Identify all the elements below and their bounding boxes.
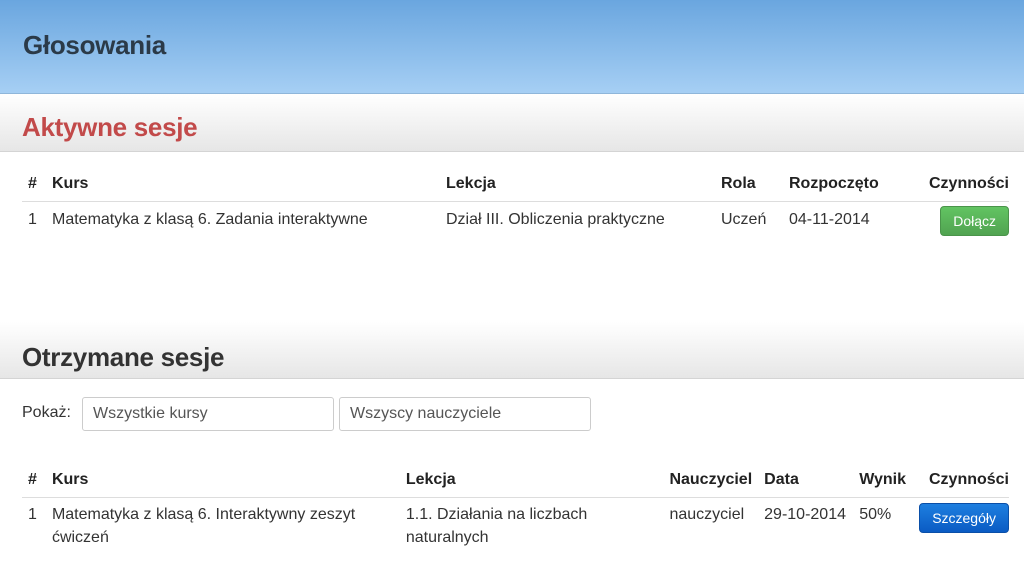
score-value: 50% xyxy=(859,505,892,523)
lesson-name: Dział III. Obliczenia praktyczne xyxy=(446,210,665,228)
received-sessions-header: Otrzymane sesje xyxy=(0,322,1024,379)
active-sessions-title: Aktywne sesje xyxy=(22,112,198,142)
session-date: 29-10-2014 xyxy=(764,505,846,523)
teacher-filter-select[interactable]: Wszyscy nauczyciele xyxy=(339,397,591,431)
app-header: Głosowania xyxy=(0,0,1024,94)
actions-cell: Dołącz xyxy=(913,201,1009,236)
course-filter-select[interactable]: Wszystkie kursy xyxy=(82,397,334,431)
column-header-actions: Czynności xyxy=(913,168,1009,202)
column-header-course: Kurs xyxy=(46,168,440,202)
role-value: Uczeń xyxy=(721,210,767,228)
start-date: 04-11-2014 xyxy=(789,210,870,228)
column-header-score: Wynik xyxy=(853,464,914,498)
lesson-name: 1.1. Działania na liczbach naturalnych xyxy=(405,505,588,546)
table-row: 1 Matematyka z klasą 6. Zadania interakt… xyxy=(22,201,1009,236)
join-button[interactable]: Dołącz xyxy=(940,205,1009,236)
active-sessions-header: Aktywne sesje xyxy=(0,94,1024,152)
received-sessions-title: Otrzymane sesje xyxy=(22,342,225,372)
table-header-row: # Kurs Lekcja Nauczyciel Data Wynik Czyn… xyxy=(22,464,1009,498)
column-header-teacher: Nauczyciel xyxy=(663,464,759,498)
column-header-course: Kurs xyxy=(45,464,400,498)
column-header-number: # xyxy=(22,464,46,498)
column-header-started: Rozpoczęto xyxy=(783,168,913,202)
table-header-row: # Kurs Lekcja Rola Rozpoczęto Czynności xyxy=(22,168,1009,202)
filter-label: Pokaż: xyxy=(22,404,71,421)
teacher-name: nauczyciel xyxy=(669,505,745,523)
column-header-date: Data xyxy=(758,464,854,498)
column-header-lesson: Lekcja xyxy=(399,464,664,498)
column-header-role: Rola xyxy=(715,168,783,202)
table-row: 1 Matematyka z klasą 6. Interaktywny zes… xyxy=(22,497,1009,549)
row-number: 1 xyxy=(28,505,37,523)
details-button[interactable]: Szczegóły xyxy=(919,502,1009,533)
column-header-number: # xyxy=(22,168,46,202)
actions-cell: Szczegóły xyxy=(913,497,1009,549)
received-sessions-table: # Kurs Lekcja Nauczyciel Data Wynik Czyn… xyxy=(22,464,1009,549)
page-title: Głosowania xyxy=(23,30,166,60)
course-name: Matematyka z klasą 6. Interaktywny zeszy… xyxy=(51,505,356,546)
row-number: 1 xyxy=(28,210,37,228)
column-header-actions: Czynności xyxy=(913,464,1009,498)
course-name: Matematyka z klasą 6. Zadania interaktyw… xyxy=(52,210,368,228)
column-header-lesson: Lekcja xyxy=(440,168,715,202)
active-sessions-table: # Kurs Lekcja Rola Rozpoczęto Czynności … xyxy=(22,168,1009,236)
